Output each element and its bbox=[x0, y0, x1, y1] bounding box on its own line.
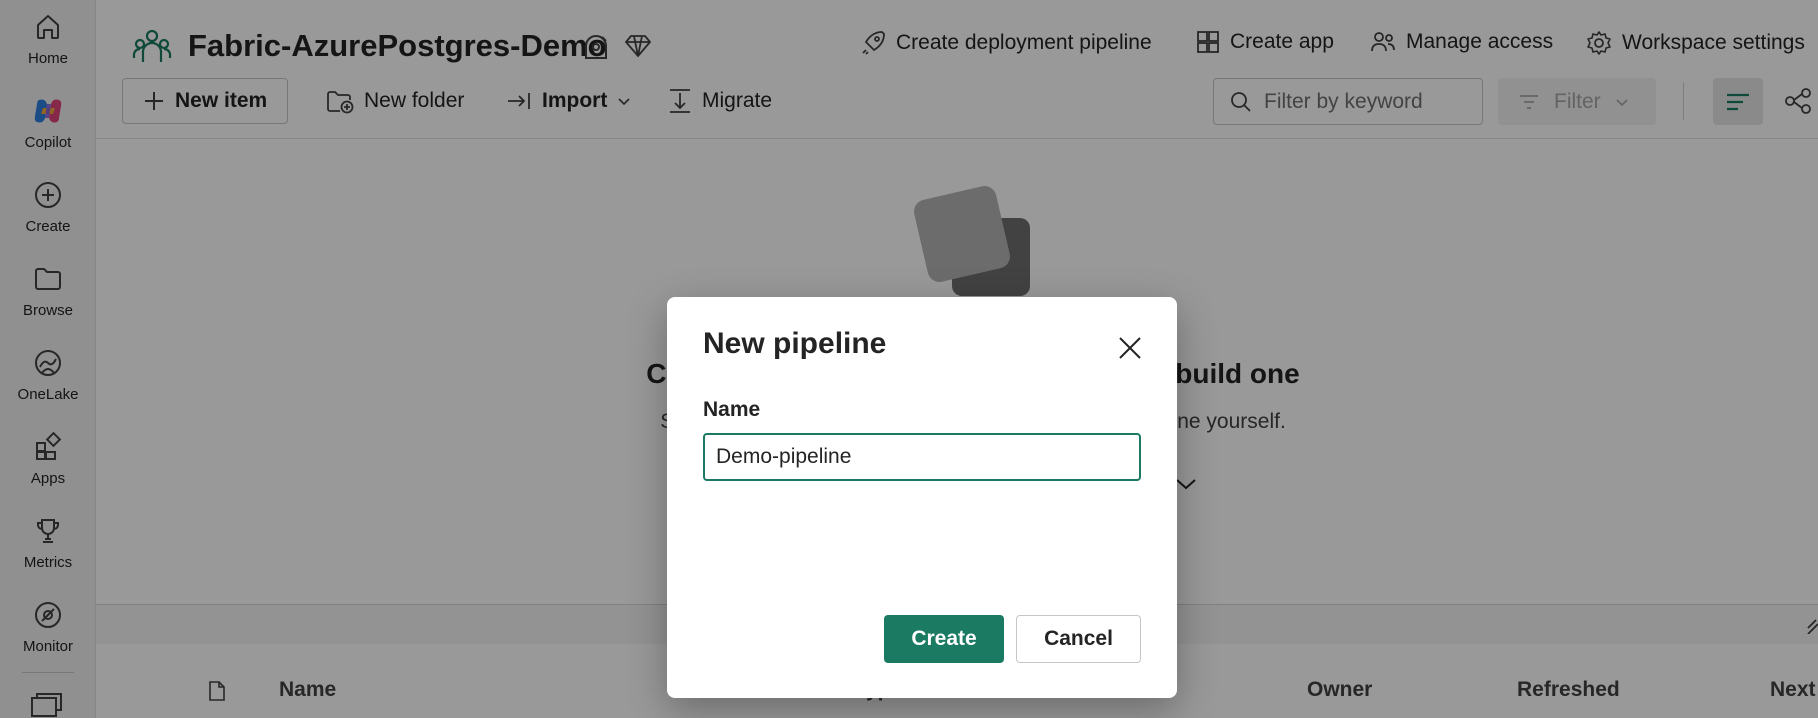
close-icon bbox=[1118, 336, 1142, 360]
dialog-title: New pipeline bbox=[703, 327, 887, 360]
create-button[interactable]: Create bbox=[884, 615, 1004, 663]
name-field-label: Name bbox=[703, 398, 761, 421]
pipeline-name-input[interactable] bbox=[703, 433, 1141, 481]
cancel-button[interactable]: Cancel bbox=[1016, 615, 1141, 663]
new-pipeline-dialog: New pipeline Name Create Cancel bbox=[667, 297, 1177, 698]
close-button[interactable] bbox=[1116, 334, 1144, 362]
